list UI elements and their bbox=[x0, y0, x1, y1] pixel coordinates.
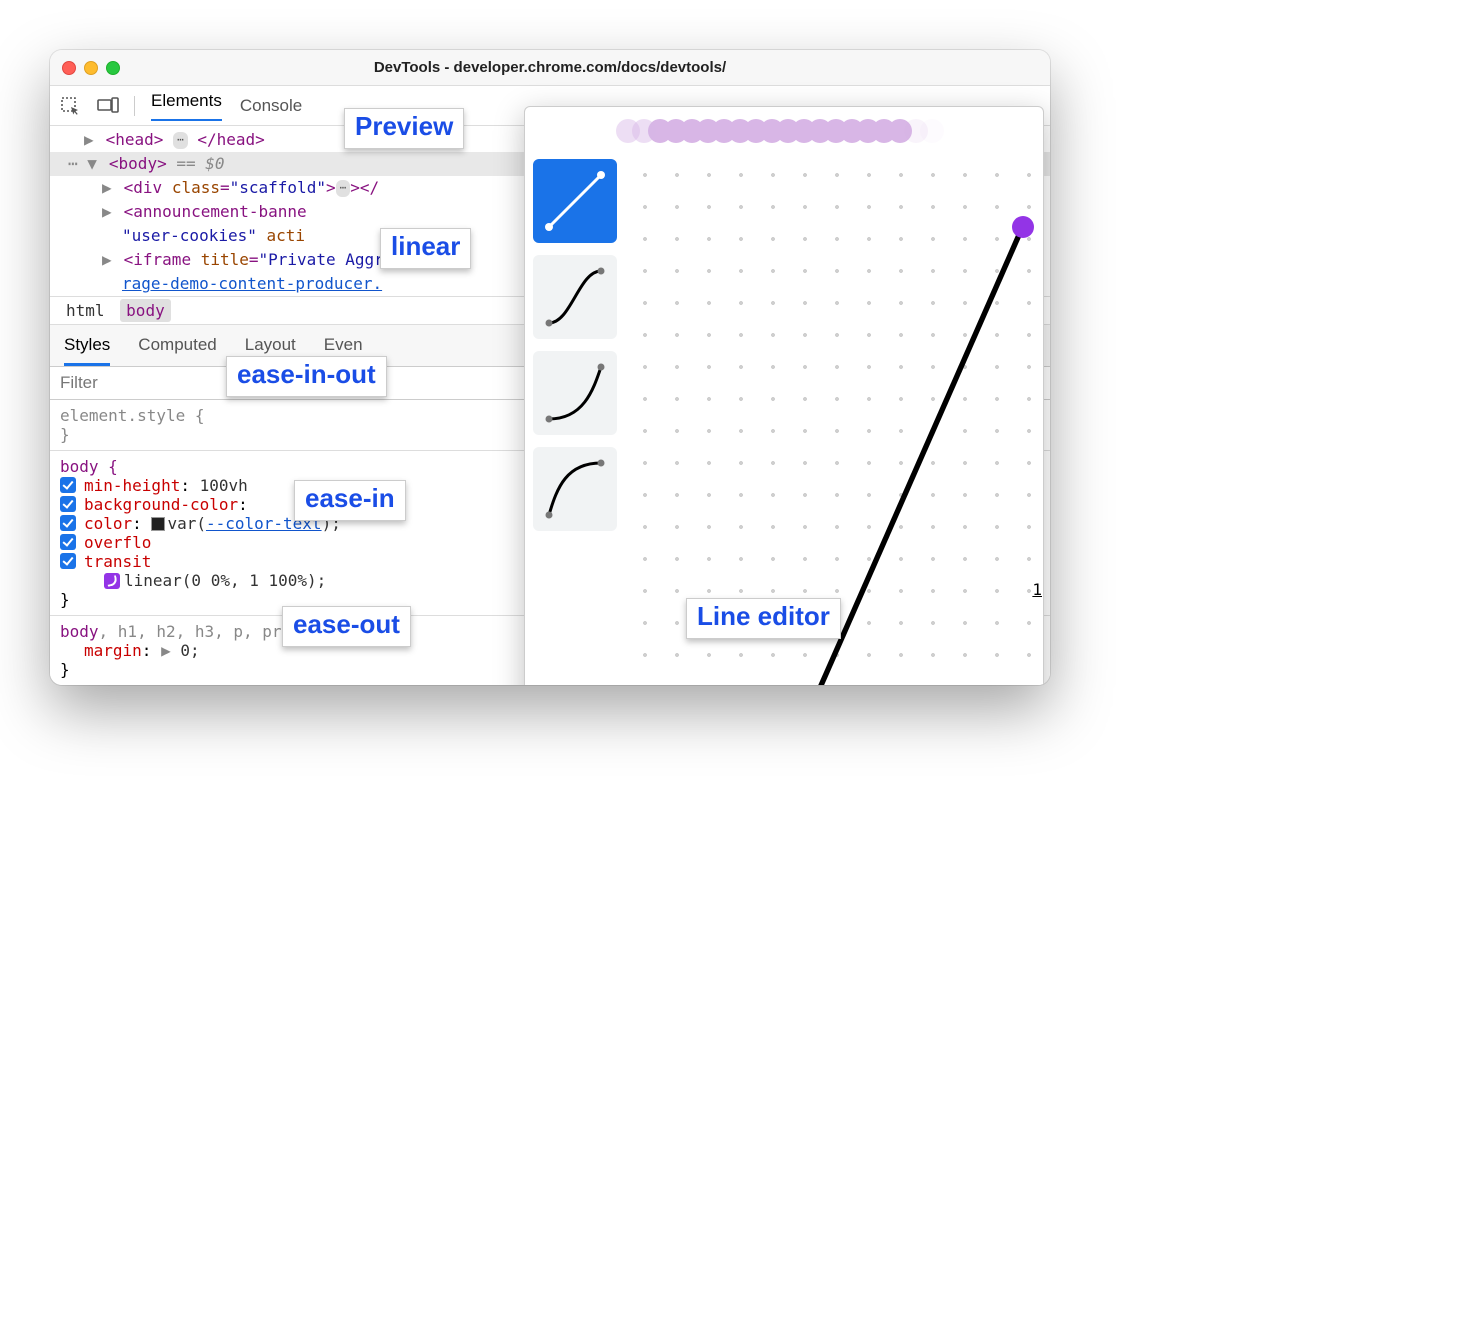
expand-icon[interactable]: ▶ bbox=[102, 248, 114, 272]
preset-ease-out[interactable] bbox=[533, 447, 617, 531]
easing-preview bbox=[527, 109, 1041, 153]
titlebar: DevTools - developer.chrome.com/docs/dev… bbox=[50, 50, 1050, 86]
toggle-declaration-checkbox[interactable] bbox=[60, 553, 76, 569]
tab-elements[interactable]: Elements bbox=[149, 91, 224, 121]
source-index-badge[interactable]: 1 bbox=[1032, 580, 1042, 599]
toggle-declaration-checkbox[interactable] bbox=[60, 477, 76, 493]
ellipsis-icon[interactable]: ⋯ bbox=[173, 132, 188, 149]
preset-ease-in[interactable] bbox=[533, 351, 617, 435]
expand-icon[interactable]: ▶ bbox=[84, 128, 96, 152]
expand-icon[interactable]: ▶ bbox=[102, 176, 114, 200]
color-swatch-icon[interactable] bbox=[151, 517, 165, 531]
preset-linear[interactable] bbox=[533, 159, 617, 243]
toggle-declaration-checkbox[interactable] bbox=[60, 515, 76, 531]
toggle-declaration-checkbox[interactable] bbox=[60, 534, 76, 550]
inspect-element-icon[interactable] bbox=[58, 94, 82, 118]
device-toolbar-icon[interactable] bbox=[96, 94, 120, 118]
annotation-ease-in: ease-in bbox=[294, 480, 406, 521]
styles-filter-input[interactable]: Filter bbox=[60, 373, 98, 392]
breadcrumb-item[interactable]: html bbox=[60, 299, 111, 322]
annotation-linear: linear bbox=[380, 228, 471, 269]
annotation-ease-in-out: ease-in-out bbox=[226, 356, 387, 397]
easing-preset-list bbox=[527, 153, 623, 685]
annotation-preview: Preview bbox=[344, 108, 464, 149]
tab-console[interactable]: Console bbox=[238, 96, 304, 116]
easing-swatch-icon[interactable] bbox=[104, 573, 120, 589]
preset-ease-in-out[interactable] bbox=[533, 255, 617, 339]
collapse-icon[interactable]: ▼ bbox=[87, 152, 99, 176]
expand-icon[interactable]: ▶ bbox=[161, 641, 180, 660]
tab-styles[interactable]: Styles bbox=[64, 335, 110, 366]
expand-icon[interactable]: ▶ bbox=[102, 200, 114, 224]
toggle-declaration-checkbox[interactable] bbox=[60, 496, 76, 512]
annotation-ease-out: ease-out bbox=[282, 606, 411, 647]
ellipsis-icon: ⋯ bbox=[68, 154, 87, 173]
window-title: DevTools - developer.chrome.com/docs/dev… bbox=[50, 59, 1050, 76]
annotation-line-editor: Line editor bbox=[686, 598, 841, 639]
ellipsis-icon[interactable]: ⋯ bbox=[336, 180, 351, 197]
tab-computed[interactable]: Computed bbox=[138, 335, 216, 366]
curve-handle-end[interactable] bbox=[1012, 216, 1034, 238]
breadcrumb-item-selected[interactable]: body bbox=[120, 299, 171, 322]
